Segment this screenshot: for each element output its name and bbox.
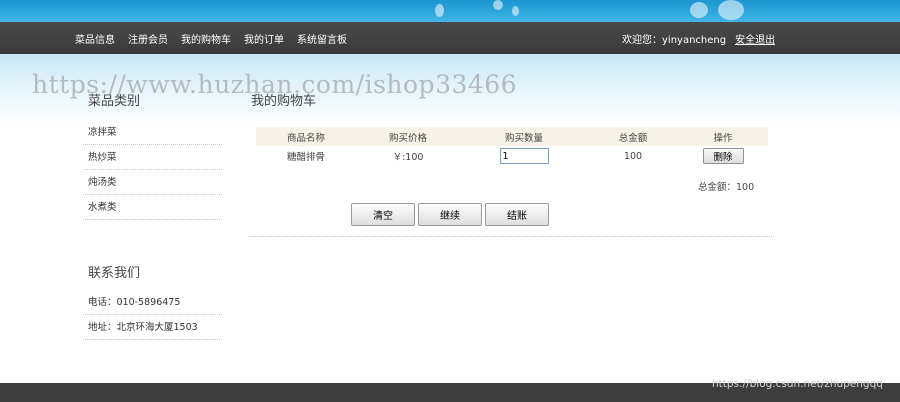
nav-bar: 菜品信息 注册会员 我的购物车 我的订单 系统留言板 欢迎您：yinyanche… xyxy=(0,22,900,54)
cart-table: 商品名称 购买价格 购买数量 总金额 操作 糖醋排骨 ￥:100 100 删除 xyxy=(256,127,768,166)
table-row: 糖醋排骨 ￥:100 100 删除 xyxy=(256,146,768,166)
logout-link[interactable]: 安全退出 xyxy=(735,31,775,46)
contact-title: 联系我们 xyxy=(88,266,141,281)
nav-link-message-board[interactable]: 系统留言板 xyxy=(297,31,347,46)
watermark-top: https://www.huzhan.com/ishop33466 xyxy=(32,70,518,99)
column-header-total: 总金额 xyxy=(588,127,678,146)
category-list: 凉拌菜 热炒菜 炖汤类 水煮类 xyxy=(83,120,222,220)
item-name: 糖醋排骨 xyxy=(286,152,325,163)
contact-phone: 电话：010-5896475 xyxy=(83,290,222,315)
nav-link-orders[interactable]: 我的订单 xyxy=(244,31,284,46)
item-quantity-cell xyxy=(460,146,588,166)
nav-links: 菜品信息 注册会员 我的购物车 我的订单 系统留言板 xyxy=(75,22,360,54)
column-header-action: 操作 xyxy=(678,127,768,146)
welcome-text: 欢迎您：yinyancheng xyxy=(622,34,727,46)
delete-button[interactable]: 删除 xyxy=(702,148,744,164)
nav-link-register[interactable]: 注册会员 xyxy=(128,31,168,46)
category-item-boiled[interactable]: 水煮类 xyxy=(83,195,222,220)
column-header-price: 购买价格 xyxy=(356,127,460,146)
user-area: 欢迎您：yinyancheng 安全退出 xyxy=(622,22,775,54)
category-item-stir-fry[interactable]: 热炒菜 xyxy=(83,145,222,170)
watermark-bottom: https://blog.csdn.net/zhupengqq xyxy=(712,378,883,390)
contact-address: 地址：北京环海大厦1503 xyxy=(83,315,222,340)
water-drop-decoration xyxy=(493,0,503,10)
contact-list: 电话：010-5896475 地址：北京环海大厦1503 xyxy=(83,290,222,340)
water-drop-decoration xyxy=(690,2,708,18)
water-drop-decoration xyxy=(718,0,744,20)
category-item-soup[interactable]: 炖汤类 xyxy=(83,170,222,195)
water-drop-decoration xyxy=(435,4,444,17)
item-action-cell: 删除 xyxy=(678,146,768,166)
category-item-cold-dishes[interactable]: 凉拌菜 xyxy=(83,120,222,145)
quantity-input[interactable] xyxy=(499,148,549,164)
grand-total: 总金额：100 xyxy=(698,182,755,193)
checkout-button[interactable]: 结账 xyxy=(485,203,549,226)
continue-button[interactable]: 继续 xyxy=(418,203,482,226)
nav-link-cart[interactable]: 我的购物车 xyxy=(181,31,231,46)
main-divider xyxy=(249,236,774,237)
column-header-quantity: 购买数量 xyxy=(460,127,588,146)
clear-button[interactable]: 清空 xyxy=(351,203,415,226)
nav-link-dishes[interactable]: 菜品信息 xyxy=(75,31,115,46)
water-drop-decoration xyxy=(512,6,519,16)
item-price: ￥:100 xyxy=(392,152,424,163)
item-total: 100 xyxy=(623,150,643,162)
column-header-name: 商品名称 xyxy=(256,127,356,146)
top-banner xyxy=(0,0,900,22)
cart-table-header-row: 商品名称 购买价格 购买数量 总金额 操作 xyxy=(256,127,768,146)
